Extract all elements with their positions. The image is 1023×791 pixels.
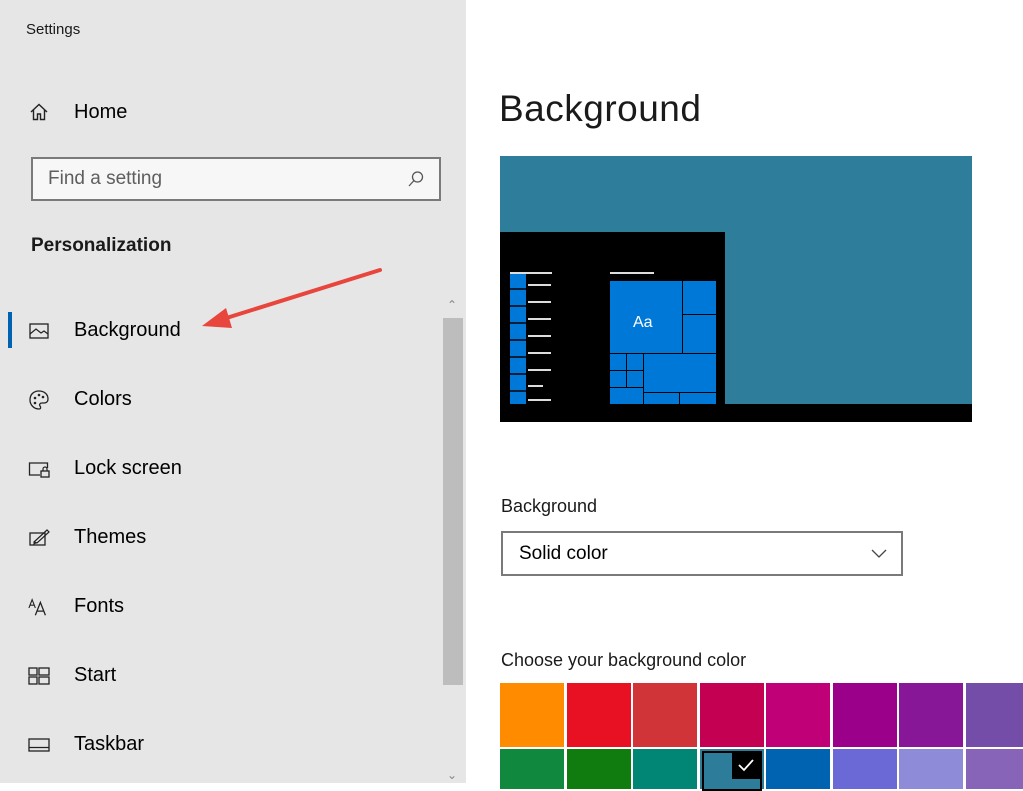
background-label: Background bbox=[501, 496, 598, 516]
sidebar-item-fonts[interactable]: Fonts bbox=[0, 572, 440, 641]
color-swatch[interactable] bbox=[766, 749, 830, 789]
color-swatch[interactable] bbox=[966, 749, 1023, 789]
nav-list: Background Colors Lock screen Themes Fon… bbox=[0, 296, 440, 779]
sidebar-item-label: Start bbox=[74, 664, 117, 686]
color-swatch[interactable] bbox=[833, 749, 897, 789]
color-swatch[interactable] bbox=[567, 749, 631, 789]
sidebar-scrollbar[interactable]: ⌃ ⌄ bbox=[441, 290, 466, 783]
chevron-down-icon bbox=[871, 543, 887, 565]
start-icon bbox=[28, 665, 50, 687]
sidebar-item-label: Fonts bbox=[74, 595, 125, 617]
preview-tile-label: Aa bbox=[633, 314, 653, 331]
palette-icon bbox=[28, 389, 50, 411]
preview-illustration bbox=[500, 156, 972, 422]
themes-icon bbox=[28, 527, 50, 549]
search-box[interactable] bbox=[31, 157, 441, 201]
color-swatch[interactable] bbox=[766, 683, 830, 747]
color-swatch[interactable] bbox=[500, 749, 564, 789]
background-type-dropdown[interactable]: Solid color bbox=[501, 531, 903, 576]
color-swatch[interactable] bbox=[966, 683, 1023, 747]
taskbar-icon bbox=[28, 734, 50, 756]
page-title: Background bbox=[499, 88, 702, 129]
sidebar-item-background[interactable]: Background bbox=[0, 296, 440, 365]
search-input[interactable] bbox=[33, 158, 405, 200]
fonts-icon bbox=[28, 596, 50, 618]
sidebar: Settings Home Personalization Background… bbox=[0, 0, 466, 783]
color-swatch[interactable] bbox=[500, 683, 564, 747]
sidebar-item-lock-screen[interactable]: Lock screen bbox=[0, 434, 440, 503]
checkmark-icon bbox=[732, 751, 760, 779]
sidebar-item-colors[interactable]: Colors bbox=[0, 365, 440, 434]
section-title: Personalization bbox=[31, 235, 172, 256]
sidebar-item-themes[interactable]: Themes bbox=[0, 503, 440, 572]
sidebar-item-label: Lock screen bbox=[74, 457, 182, 479]
color-swatch[interactable] bbox=[633, 683, 697, 747]
color-swatch[interactable] bbox=[899, 683, 963, 747]
home-nav-item[interactable]: Home bbox=[28, 96, 127, 128]
sidebar-item-label: Themes bbox=[74, 526, 147, 548]
scroll-up-icon[interactable]: ⌃ bbox=[447, 298, 457, 312]
home-icon bbox=[28, 101, 50, 123]
sidebar-item-label: Background bbox=[74, 319, 181, 341]
lock-screen-icon bbox=[28, 458, 50, 480]
background-preview: Aa bbox=[500, 156, 972, 422]
color-swatch[interactable] bbox=[833, 683, 897, 747]
sidebar-item-start[interactable]: Start bbox=[0, 641, 440, 710]
sidebar-item-taskbar[interactable]: Taskbar bbox=[0, 710, 440, 779]
app-title: Settings bbox=[26, 21, 81, 38]
sidebar-item-label: Colors bbox=[74, 388, 132, 410]
color-picker-label: Choose your background color bbox=[501, 650, 747, 670]
picture-icon bbox=[28, 320, 50, 342]
color-swatch[interactable] bbox=[567, 683, 631, 747]
color-swatch[interactable] bbox=[700, 683, 764, 747]
home-label: Home bbox=[74, 100, 128, 123]
scroll-thumb[interactable] bbox=[443, 318, 463, 685]
color-swatch[interactable] bbox=[899, 749, 963, 789]
search-icon[interactable] bbox=[405, 168, 427, 190]
dropdown-selected-value: Solid color bbox=[519, 542, 608, 564]
sidebar-item-label: Taskbar bbox=[74, 733, 145, 755]
color-swatch[interactable] bbox=[633, 749, 697, 789]
color-swatch[interactable] bbox=[700, 749, 764, 791]
scroll-down-icon[interactable]: ⌄ bbox=[447, 768, 457, 782]
